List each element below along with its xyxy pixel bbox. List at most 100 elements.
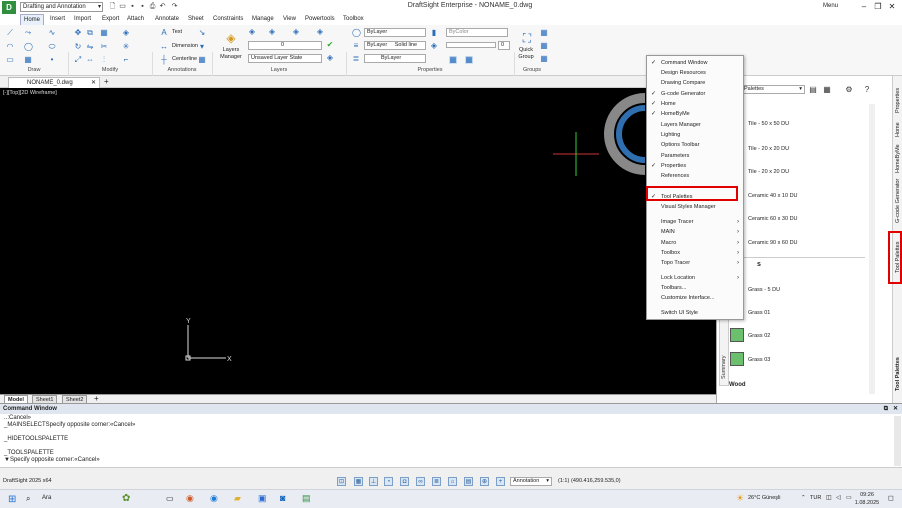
palette-item[interactable]: Ceramic 40 x 10 DU	[748, 193, 798, 199]
circle-icon[interactable]: ◯	[24, 43, 33, 51]
speaker-icon[interactable]: ◁	[836, 494, 841, 501]
lineweight-select[interactable]: ByLayer	[364, 54, 426, 63]
browser-icon[interactable]: ◉	[186, 493, 194, 504]
minimize-icon[interactable]: –	[858, 1, 870, 13]
match-props-icon[interactable]: ▮	[430, 29, 438, 37]
group-edit-icon[interactable]: ▦	[540, 29, 548, 37]
text-button[interactable]: Text	[172, 29, 182, 36]
draftsight-taskbar-icon[interactable]: ▤	[302, 493, 311, 504]
point-icon[interactable]: •	[48, 56, 56, 64]
esnap-icon[interactable]: ◘	[400, 477, 409, 486]
ungroup-icon[interactable]: ▦	[540, 42, 548, 50]
move-icon[interactable]: ✥	[74, 29, 82, 37]
group-select-icon[interactable]: ▦	[540, 55, 548, 63]
menu-tab-view[interactable]: View	[280, 14, 299, 25]
array-icon[interactable]: ▦	[100, 29, 108, 37]
menu-tab-powertools[interactable]: Powertools	[302, 14, 338, 25]
wifi-icon[interactable]: ◫	[826, 494, 832, 501]
task-view-icon[interactable]: ▭	[166, 494, 174, 503]
context-menu-item[interactable]: ✓ HomeByMe	[647, 109, 743, 119]
context-menu-item[interactable]: Toolbars...	[647, 283, 743, 293]
polyline-icon[interactable]: ⤳	[24, 29, 32, 37]
palette-item[interactable]: Ceramic 60 x 30 DU	[748, 216, 798, 222]
line-icon[interactable]: ⟋	[6, 29, 14, 37]
erase-icon[interactable]: ◈	[122, 29, 130, 37]
quick-group-button[interactable]: Quick Group	[514, 47, 538, 61]
ortho-icon[interactable]: ⊥	[369, 477, 378, 486]
context-menu-item[interactable]: Macro ›	[647, 238, 743, 248]
stretch-icon[interactable]: ⇔	[86, 56, 94, 64]
command-input[interactable]: ▼Specify opposite corner:«Cancel»	[4, 457, 100, 463]
close-icon[interactable]: ✕	[893, 404, 898, 414]
layer-off-icon[interactable]: ◈	[316, 28, 324, 36]
taskbar-search[interactable]: Ara	[42, 495, 51, 501]
layer-select[interactable]: 0	[248, 41, 322, 50]
copy-icon[interactable]: ⧉	[86, 29, 94, 37]
layer-state-icon[interactable]: ◈	[326, 54, 334, 62]
snap-icon[interactable]: ⊡	[337, 477, 346, 486]
rectangle-icon[interactable]: ▭	[6, 56, 14, 64]
centerline-icon[interactable]: ┼	[160, 56, 168, 64]
context-menu-item[interactable]: Layers Manager	[647, 120, 743, 130]
lineweight-icon[interactable]: ≣	[352, 55, 360, 63]
list-icon[interactable]: ◈	[430, 42, 438, 50]
check-icon[interactable]: ✔	[326, 41, 334, 49]
menu-tab-manage[interactable]: Manage	[249, 14, 277, 25]
menu-tab-annotate[interactable]: Annotate	[152, 14, 182, 25]
annotation-scale[interactable]: (1:1)	[558, 478, 569, 484]
fillet-icon[interactable]: ⌐	[122, 56, 130, 64]
palette-scrollbar[interactable]	[869, 104, 875, 394]
menu-tab-attach[interactable]: Attach	[124, 14, 147, 25]
menu-tab-home[interactable]: Home	[20, 14, 45, 25]
palette-item[interactable]: Tile - 20 x 20 DU	[748, 169, 789, 175]
explode-icon[interactable]: ✳	[122, 43, 130, 51]
color-select[interactable]: ByLayer	[364, 28, 426, 37]
bycolor-select[interactable]: ByColor	[446, 28, 508, 37]
linetype-select[interactable]: ByLayer Solid line	[364, 41, 426, 50]
etrack-icon[interactable]: ∞	[416, 477, 425, 486]
drawing-canvas[interactable]: [-][Top][2D Wireframe] Y X	[0, 88, 716, 394]
transparency-toggle-icon[interactable]: ▦	[465, 56, 473, 64]
polar-icon[interactable]: ◔	[384, 477, 393, 486]
context-menu-item[interactable]: ✓ Home	[647, 99, 743, 109]
print-icon[interactable]: ⎙	[148, 2, 157, 11]
workspace-select[interactable]: Drafting and Annotation ▾	[20, 2, 103, 12]
layers-manager-icon[interactable]: ◈	[224, 31, 238, 45]
dock-tab-homebyme[interactable]: HomeByMe	[893, 144, 902, 174]
palette-list-icon[interactable]: ▦	[823, 86, 831, 94]
command-scrollbar[interactable]	[894, 416, 901, 466]
context-menu-item[interactable]: Options Toolbar	[647, 140, 743, 150]
dynamic-input-icon[interactable]: ⌂	[448, 477, 457, 486]
layer-iso-icon[interactable]: ◈	[268, 28, 276, 36]
mirror-icon[interactable]: ⇋	[86, 43, 94, 51]
add-icon[interactable]: +	[496, 477, 505, 486]
context-menu-item[interactable]: MAIN ›	[647, 227, 743, 237]
transparency-slider[interactable]	[446, 42, 496, 48]
palette-item[interactable]: Grass 02	[748, 333, 770, 339]
palette-view-icon[interactable]: ▤	[809, 86, 817, 94]
save-icon[interactable]: ▪	[128, 2, 137, 11]
context-menu-item[interactable]: ✓ Properties	[647, 161, 743, 171]
menu-tab-import[interactable]: Import	[71, 14, 94, 25]
notification-icon[interactable]: ◻	[888, 494, 894, 502]
layer-prev-icon[interactable]: ◈	[248, 28, 256, 36]
grid-icon[interactable]: ▦	[354, 477, 363, 486]
palette-swatch[interactable]	[730, 328, 744, 342]
palette-item[interactable]: Tile - 20 x 20 DU	[748, 146, 789, 152]
help-icon[interactable]: ?	[863, 86, 871, 94]
context-menu-item[interactable]: Customize Interface...	[647, 293, 743, 303]
context-menu-item[interactable]: Image Tracer ›	[647, 217, 743, 227]
layer-state-select[interactable]: Unsaved Layer State	[248, 54, 322, 63]
dim-style-icon[interactable]: ▾	[198, 43, 206, 51]
outlook-icon[interactable]: ◙	[280, 493, 285, 503]
context-menu-item[interactable]: ✓ Command Window	[647, 58, 743, 68]
palette-item[interactable]: Grass 03	[748, 357, 770, 363]
language-indicator[interactable]: TUR	[810, 495, 821, 501]
palette-item[interactable]: Tile - 50 x 50 DU	[748, 121, 789, 127]
search-icon[interactable]: ⌕	[26, 494, 30, 504]
save-as-icon[interactable]: ▪	[138, 2, 147, 11]
leader-icon[interactable]: ↘	[198, 29, 206, 37]
context-menu-item[interactable]: Topo Tracer ›	[647, 258, 743, 268]
menu-tab-insert[interactable]: Insert	[47, 14, 68, 25]
spline-icon[interactable]: ∿	[48, 29, 56, 37]
